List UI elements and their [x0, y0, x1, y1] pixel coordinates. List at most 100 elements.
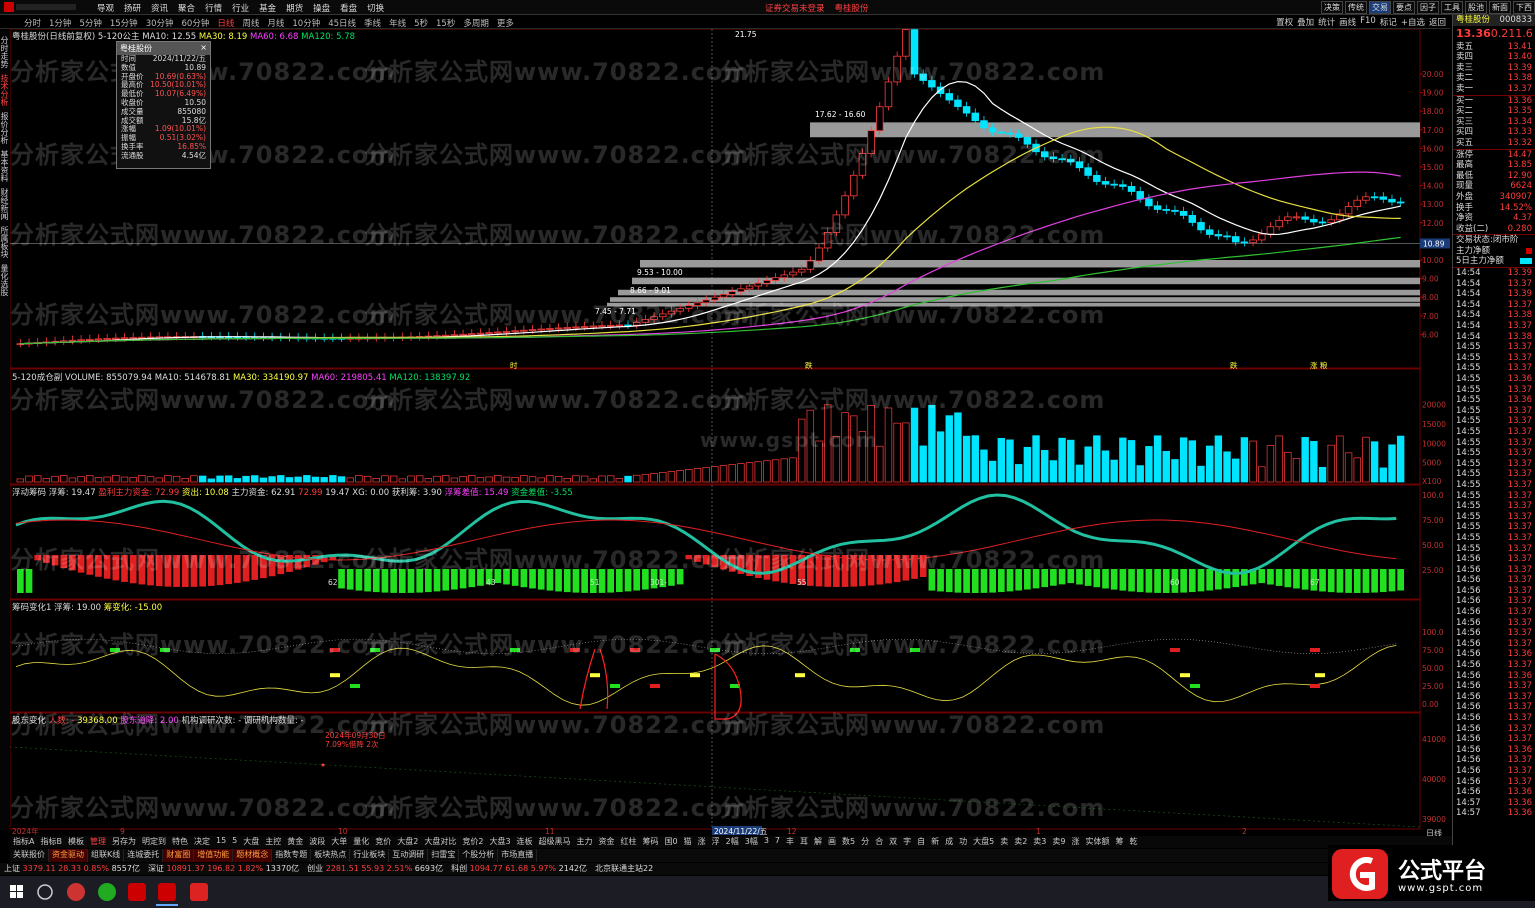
indicator-tab[interactable]: 丰	[783, 836, 797, 848]
indicator-tab[interactable]: 3	[761, 836, 772, 848]
left-tab[interactable]: 报价分析	[0, 112, 9, 144]
indicator-tab[interactable]: 卖	[997, 836, 1011, 848]
function-tab[interactable]: 板块热点	[311, 849, 351, 862]
indicator-tab[interactable]: 成	[942, 836, 956, 848]
indicator-tab[interactable]: 竞价2	[459, 836, 486, 848]
indicator-tab[interactable]: 资金	[596, 836, 618, 848]
indicator-tab[interactable]: 涨	[1068, 836, 1082, 848]
menu-item[interactable]: 资讯	[146, 2, 173, 14]
left-tab[interactable]: 分时走势	[0, 36, 9, 68]
indicator-tab[interactable]: 大盘	[240, 836, 262, 848]
indicator-tab[interactable]: 2幅	[723, 836, 742, 848]
indicator-tab[interactable]: 新	[928, 836, 942, 848]
function-tab[interactable]: 资金驱动	[49, 849, 88, 862]
indicator-tab[interactable]: 管理	[87, 836, 109, 848]
toolbar-button[interactable]: 工具	[1441, 1, 1463, 14]
menu-item[interactable]: 基金	[254, 2, 281, 14]
indicator-tab[interactable]: 大单	[328, 836, 350, 848]
function-tab[interactable]: 题材概念	[233, 849, 273, 862]
indicator-tab[interactable]: 5	[229, 836, 240, 848]
indicator-tab[interactable]: 卖3	[1030, 836, 1049, 848]
indicator-tab[interactable]: 波段	[306, 836, 328, 848]
indicator-tab[interactable]: 大盘2	[394, 836, 421, 848]
function-tab[interactable]: 连城委托	[124, 849, 164, 862]
windows-start-icon[interactable]	[10, 885, 23, 898]
function-tab[interactable]: 关联报价	[10, 849, 49, 862]
left-tab[interactable]: 基本资料	[0, 150, 9, 182]
period-tab[interactable]: 15分钟	[106, 17, 142, 29]
tool-button[interactable]: 统计	[1318, 16, 1335, 28]
indicator-tab[interactable]: 涨	[695, 836, 709, 848]
toolbar-button[interactable]: 交易	[1369, 1, 1391, 14]
function-tab[interactable]: 组联K线	[88, 849, 125, 862]
indicator-tab[interactable]: 超级黑马	[536, 836, 574, 848]
browser-icon[interactable]	[67, 883, 85, 901]
wps-icon[interactable]	[190, 883, 208, 901]
toolbar-button[interactable]: 股池	[1465, 1, 1487, 14]
function-tab[interactable]: 扫雷宝	[428, 849, 460, 862]
tool-button[interactable]: 返回	[1429, 16, 1446, 28]
period-tab[interactable]: 45日线	[324, 17, 360, 29]
indicator-tab[interactable]: 3幅	[742, 836, 761, 848]
menu-item[interactable]: 扬研	[119, 2, 146, 14]
period-tab[interactable]: 1分钟	[45, 17, 75, 29]
indicator-tab[interactable]: 模板	[65, 836, 87, 848]
toolbar-button[interactable]: 因子	[1417, 1, 1439, 14]
indicator-tab[interactable]: 浮	[709, 836, 723, 848]
indicator-tab[interactable]: 猫	[681, 836, 695, 848]
left-tab[interactable]: 所属板块	[0, 226, 9, 258]
indicator-tab[interactable]: 筹码	[640, 836, 662, 848]
period-tab[interactable]: 60分钟	[178, 17, 214, 29]
indicator-tab[interactable]: 实体额	[1082, 836, 1112, 848]
menu-item[interactable]: 看盘	[335, 2, 362, 14]
indicator-tab[interactable]: 15	[213, 836, 229, 848]
indicator-tab[interactable]: 主控	[262, 836, 284, 848]
indicator-tab[interactable]: 明定到	[139, 836, 169, 848]
function-tab[interactable]: 行业板块	[350, 849, 390, 862]
indicator-tab[interactable]: 乾	[1126, 836, 1140, 848]
indicator-tab[interactable]: 解	[811, 836, 825, 848]
menu-item[interactable]: 行业	[227, 2, 254, 14]
indicator-tab[interactable]: 合	[872, 836, 886, 848]
indicator-tab[interactable]: 连板	[514, 836, 536, 848]
left-tab[interactable]: 财经新闻	[0, 188, 9, 220]
indicator-tab[interactable]: 大盘对比	[421, 836, 459, 848]
period-tab[interactable]: 30分钟	[142, 17, 178, 29]
indicator-tab[interactable]: 筹	[1112, 836, 1126, 848]
indicator-tab[interactable]: 指标B	[37, 836, 65, 848]
indicator-tab[interactable]: 量化	[350, 836, 372, 848]
period-tab[interactable]: 季线	[360, 17, 385, 29]
indicator-tab[interactable]: 卖2	[1011, 836, 1030, 848]
tool-button[interactable]: F10	[1360, 16, 1376, 28]
period-tab[interactable]: 10分钟	[288, 17, 324, 29]
period-tab[interactable]: 日线	[213, 17, 238, 29]
search-icon[interactable]	[37, 884, 53, 900]
indicator-tab[interactable]: 大盘5	[970, 836, 997, 848]
indicator-tab[interactable]: 画	[825, 836, 839, 848]
tick-list[interactable]: 14:54 13.39 14:54 13.37 14:54 13.39 14:54 13.37…	[1453, 267, 1535, 819]
toolbar-button[interactable]: 下西	[1513, 1, 1535, 14]
indicator-tab[interactable]: 卖9	[1049, 836, 1068, 848]
menu-item[interactable]: 操盘	[308, 2, 335, 14]
function-tab[interactable]: 互动调研	[389, 849, 429, 862]
indicator-tab[interactable]: 耳	[797, 836, 811, 848]
period-tab[interactable]: 多周期	[459, 17, 493, 29]
indicator-tab[interactable]: 决定	[191, 836, 213, 848]
toolbar-button[interactable]: 决策	[1321, 1, 1343, 14]
app-icon-2[interactable]	[158, 883, 176, 901]
period-tab[interactable]: 更多	[493, 17, 518, 29]
left-tab[interactable]: 量化选股	[0, 264, 9, 296]
period-tab[interactable]: 5秒	[410, 17, 432, 29]
indicator-tab[interactable]: 国0	[662, 836, 681, 848]
indicator-tab[interactable]: 双	[886, 836, 900, 848]
indicator-tab[interactable]: 大盘3	[486, 836, 513, 848]
period-tab[interactable]: 15秒	[432, 17, 459, 29]
indicator-tab[interactable]: 竞价	[372, 836, 394, 848]
function-tab[interactable]: 财富圈	[163, 849, 195, 862]
function-tab[interactable]: 市场直播	[498, 849, 538, 862]
menu-item[interactable]: 切换	[362, 2, 389, 14]
function-tab[interactable]: 指数专题	[272, 849, 312, 862]
wechat-icon[interactable]	[98, 883, 116, 901]
period-tab[interactable]: 月线	[263, 17, 288, 29]
left-tab[interactable]: 技术分析	[0, 74, 9, 106]
